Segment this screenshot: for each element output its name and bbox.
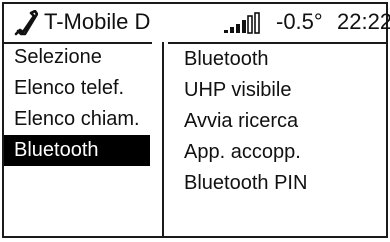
submenu-item-bluetooth[interactable]: Bluetooth [176, 44, 386, 75]
status-bar: T-Mobile D -0.5° 22:22 [4, 4, 390, 44]
signal-strength-icon [224, 12, 260, 34]
temperature-readout: -0.5° [276, 9, 323, 34]
menu-item-bluetooth[interactable]: Bluetooth [4, 135, 150, 166]
submenu-item-avvia-ricerca[interactable]: Avvia ricerca [176, 106, 386, 137]
phone-menu-screen: T-Mobile D -0.5° 22:22 Selezione Elenco … [2, 2, 390, 238]
clock: 22:22 [337, 9, 390, 34]
submenu-item-uhp-visibile[interactable]: UHP visibile [176, 75, 386, 106]
menu-item-elenco-telef[interactable]: Elenco telef. [4, 73, 162, 104]
submenu-item-bluetooth-pin[interactable]: Bluetooth PIN [176, 168, 386, 199]
submenu-item-app-accopp[interactable]: App. accopp. [176, 137, 386, 168]
left-menu: Selezione Elenco telef. Elenco chiam. Bl… [4, 42, 164, 236]
phone-icon [14, 10, 38, 36]
menu-item-selezione[interactable]: Selezione [4, 42, 162, 73]
network-name: T-Mobile D [44, 9, 151, 34]
right-submenu: Bluetooth UHP visibile Avvia ricerca App… [176, 44, 386, 236]
menu-item-elenco-chiam[interactable]: Elenco chiam. [4, 104, 162, 135]
